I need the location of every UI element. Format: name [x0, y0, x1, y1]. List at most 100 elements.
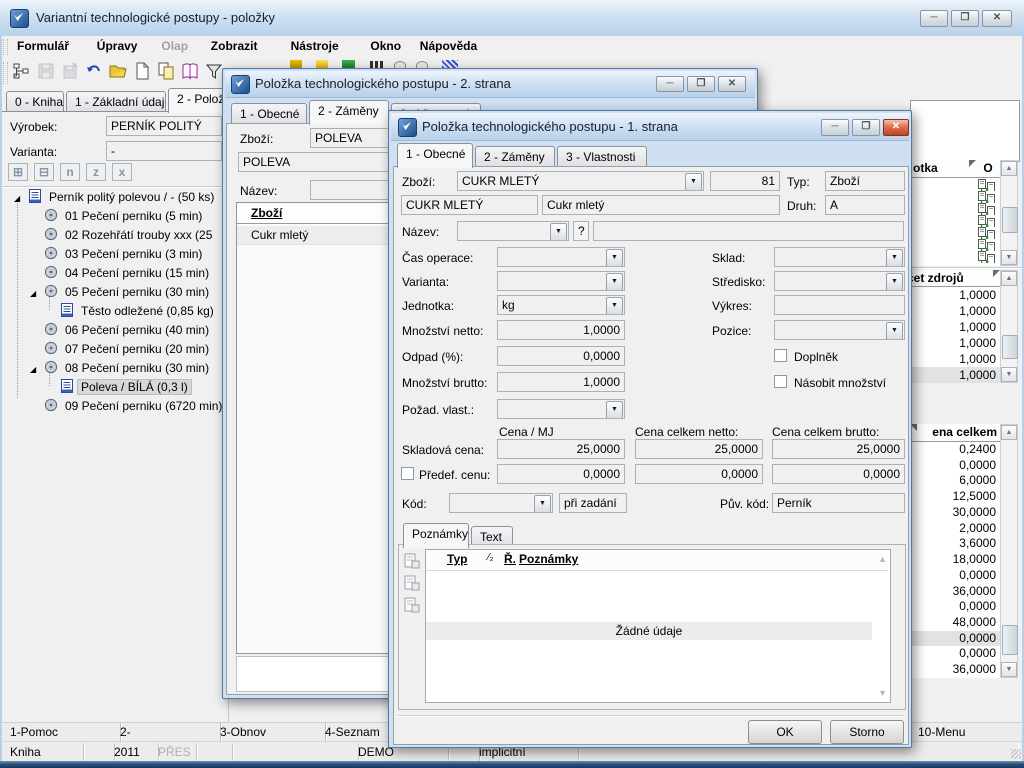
predef-netto-field[interactable]: 0,0000	[635, 464, 763, 484]
chevron-down-icon[interactable]: ▼	[550, 223, 567, 241]
chevron-down-icon[interactable]: ▼	[606, 273, 623, 291]
linked-item-icon[interactable]	[978, 239, 1000, 251]
notes-col-poznamky[interactable]: Poznámky	[519, 552, 578, 566]
dialog1-tab-1[interactable]: 1 - Obecné	[397, 143, 473, 168]
hierarchy-icon[interactable]	[11, 61, 33, 83]
fkey-1[interactable]: 1-Pomoc	[0, 723, 121, 742]
linked-item-icon[interactable]	[978, 215, 1000, 227]
grid-value-cell[interactable]: 12,5000	[910, 489, 1000, 505]
fkey-2[interactable]: 2-	[110, 723, 221, 742]
zbozi-id-field[interactable]: 81	[710, 171, 780, 191]
menu-okno[interactable]: Okno	[361, 36, 410, 56]
tree-expanded-icon[interactable]: ◢	[30, 284, 44, 302]
grid-value-cell[interactable]: 2,0000	[910, 521, 1000, 537]
notes-col-r[interactable]: Ř.	[504, 552, 516, 566]
book-icon[interactable]	[179, 61, 201, 83]
menu-formular[interactable]: Formulář	[8, 36, 78, 56]
skladova-brutto-field[interactable]: 25,0000	[772, 439, 905, 459]
restore-button[interactable]: ❐	[852, 119, 880, 136]
grid-value-cell[interactable]: 30,0000	[910, 505, 1000, 521]
scroll-up-icon[interactable]: ▲	[1001, 271, 1017, 286]
grid-value-cell[interactable]: 1,0000	[910, 303, 1000, 319]
main-tab-1[interactable]: 0 - Kniha	[6, 91, 64, 113]
fkey-3[interactable]: 3-Obnov	[210, 723, 326, 742]
kod-mode-field[interactable]: při zadání	[559, 493, 627, 513]
copy-icon[interactable]	[155, 61, 177, 83]
scroll-down-icon[interactable]: ▼	[1001, 367, 1017, 382]
menu-nastroje[interactable]: Nástroje	[282, 36, 348, 56]
grid-value-cell[interactable]: 6,0000	[910, 473, 1000, 489]
grid-value-cell[interactable]: 48,0000	[910, 615, 1000, 631]
close-button[interactable]: ✕	[883, 119, 909, 136]
chevron-down-icon[interactable]: ▼	[886, 322, 903, 340]
skladova-netto-field[interactable]: 25,0000	[635, 439, 763, 459]
grid-value-cell[interactable]: 3,6000	[910, 536, 1000, 552]
note-add-icon[interactable]	[404, 553, 420, 572]
cas-operace-combo[interactable]: ▼	[497, 247, 625, 267]
note-copy-icon[interactable]	[404, 597, 420, 616]
grid-value-cell[interactable]: 1,0000	[910, 335, 1000, 351]
dialog2-tab-2[interactable]: 2 - Záměny	[309, 100, 389, 125]
odpad-field[interactable]: 0,0000	[497, 346, 625, 366]
chevron-down-icon[interactable]: ▼	[886, 249, 903, 267]
dialog1-tab-2[interactable]: 2 - Záměny	[475, 146, 555, 168]
help-button[interactable]: ?	[573, 221, 589, 241]
dialog2-tab-1[interactable]: 1 - Obecné	[231, 103, 307, 125]
fkey-10[interactable]: 10-Menu	[908, 723, 1024, 742]
pozice-combo[interactable]: ▼	[774, 320, 905, 340]
tree-expanded-icon[interactable]: ◢	[14, 189, 28, 207]
chevron-down-icon[interactable]: ▼	[606, 249, 623, 267]
grid-value-cell[interactable]: 0,0000	[910, 599, 1000, 615]
tree-item[interactable]: 07 Pečení perniku (20 min)	[4, 340, 226, 359]
grid-value-cell[interactable]: 36,0000	[910, 662, 1000, 678]
tree-item[interactable]: Těsto odležené (0,85 kg)	[4, 302, 226, 321]
menu-zobrazit[interactable]: Zobrazit	[202, 36, 267, 56]
grid-total-header[interactable]: ena celkem	[910, 424, 1000, 442]
jednotka-combo[interactable]: kg▼	[497, 295, 625, 315]
nazev-readonly[interactable]	[593, 221, 904, 241]
linked-item-icon[interactable]	[978, 191, 1000, 203]
tree-item[interactable]: Poleva / BÍLÁ (0,3 l)	[4, 378, 226, 397]
tree-item[interactable]: 01 Pečení perniku (5 min)	[4, 207, 226, 226]
scroll-thumb[interactable]	[1002, 335, 1018, 359]
predef-mj-field[interactable]: 0,0000	[497, 464, 625, 484]
skladova-mj-field[interactable]: 25,0000	[497, 439, 625, 459]
linked-item-icon[interactable]	[978, 203, 1000, 215]
restore-button[interactable]: ❐	[687, 76, 715, 92]
grid-unit-col2-header[interactable]: O	[976, 160, 1000, 178]
varianta-combo[interactable]: ▼	[497, 271, 625, 291]
nasobit-checkbox[interactable]	[774, 375, 787, 388]
close-button[interactable]: ✕	[718, 76, 746, 92]
tree-item[interactable]: ◢05 Pečení perniku (30 min)	[4, 283, 226, 302]
grid-total-scrollbar[interactable]: ▲ ▼	[1000, 424, 1018, 678]
linked-item-icon[interactable]	[978, 179, 1000, 191]
main-tab-3[interactable]: 2 - Polož	[168, 88, 230, 113]
tree-item[interactable]: 03 Pečení perniku (3 min)	[4, 245, 226, 264]
scroll-up-icon[interactable]: ▲	[878, 554, 887, 564]
grid-sources-header[interactable]: čet zdrojů	[910, 270, 1000, 287]
chevron-down-icon[interactable]: ▼	[886, 273, 903, 291]
vykres-field[interactable]	[774, 295, 905, 315]
predef-checkbox[interactable]	[401, 467, 414, 480]
tree-item[interactable]: 09 Pečení perniku (6720 min)	[4, 397, 226, 416]
zbozi-combo[interactable]: CUKR MLETÝ▼	[457, 171, 704, 191]
mnozstvi-brutto-field[interactable]: 1,0000	[497, 372, 625, 392]
chevron-down-icon[interactable]: ▼	[606, 401, 623, 419]
collapse-all-button[interactable]: ⊟	[34, 163, 54, 181]
grid-value-cell[interactable]: 1,0000	[910, 351, 1000, 367]
save-as-icon[interactable]	[59, 61, 81, 83]
notes-col-typ[interactable]: Typ	[447, 552, 467, 566]
ok-button[interactable]: OK	[748, 720, 822, 744]
restore-button[interactable]: ❐	[951, 10, 979, 27]
grid-value-cell[interactable]: 0,2400	[910, 442, 1000, 458]
grid-value-cell[interactable]: 1,0000	[910, 367, 1000, 383]
chevron-down-icon[interactable]: ▼	[534, 495, 551, 513]
tool-n-button[interactable]: n	[60, 163, 80, 181]
chevron-down-icon[interactable]: ▼	[606, 297, 623, 315]
close-button[interactable]: ✕	[982, 10, 1012, 27]
dialog1-tab-3[interactable]: 3 - Vlastnosti	[557, 146, 647, 168]
tool-z-button[interactable]: z	[86, 163, 106, 181]
main-tab-2[interactable]: 1 - Základní údaje	[66, 91, 166, 113]
product-field[interactable]: PERNÍK POLITÝ	[106, 116, 222, 136]
open-folder-icon[interactable]	[107, 61, 129, 83]
